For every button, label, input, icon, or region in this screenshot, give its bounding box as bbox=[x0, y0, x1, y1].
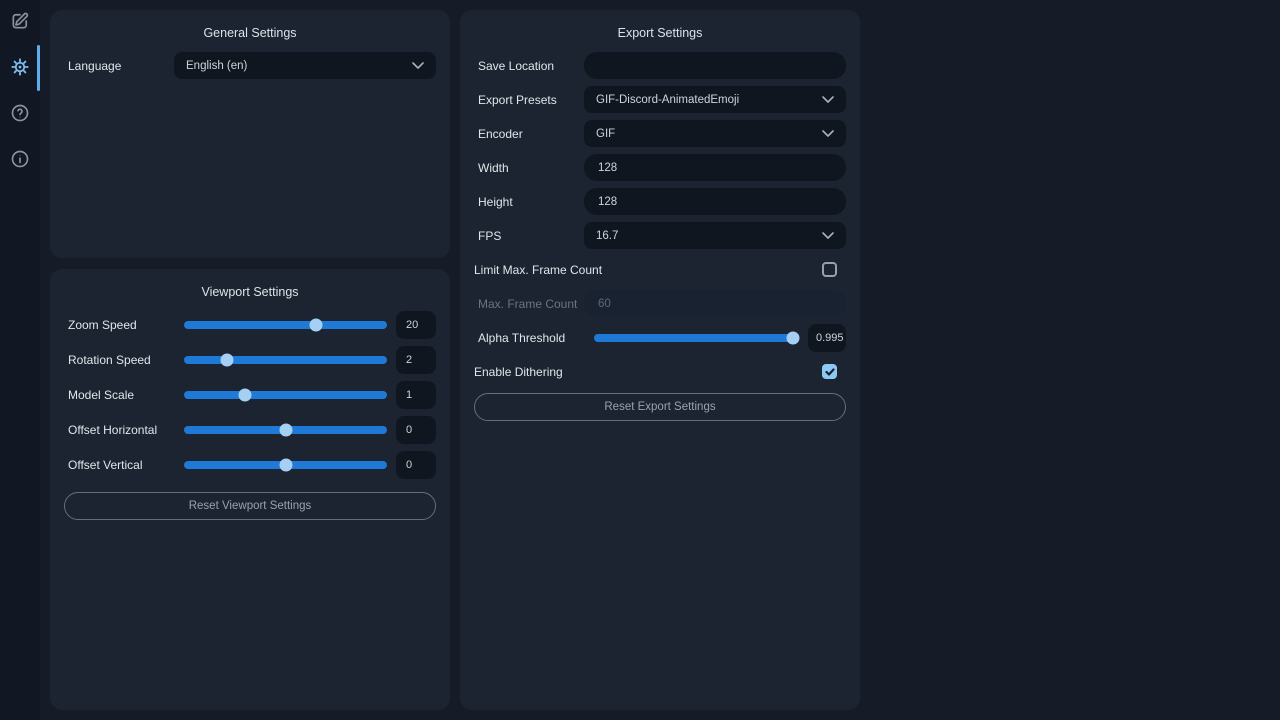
export-presets-label: Export Presets bbox=[474, 93, 584, 107]
height-label: Height bbox=[474, 195, 584, 209]
fps-value: 16.7 bbox=[596, 230, 618, 242]
alpha-threshold-label: Alpha Threshold bbox=[474, 331, 594, 345]
slider-thumb[interactable] bbox=[279, 459, 292, 472]
height-row: Height bbox=[474, 188, 846, 215]
enable-dithering-row: Enable Dithering bbox=[474, 358, 846, 385]
sidebar-item-help[interactable] bbox=[10, 103, 30, 123]
chevron-down-icon bbox=[412, 62, 424, 69]
active-nav-indicator bbox=[37, 45, 40, 91]
model-scale-value: 1 bbox=[396, 381, 436, 409]
encoder-label: Encoder bbox=[474, 127, 584, 141]
model-scale-slider[interactable] bbox=[184, 381, 387, 409]
max-frame-count-row: Max. Frame Count bbox=[474, 290, 846, 317]
slider-thumb[interactable] bbox=[220, 354, 233, 367]
offset-horizontal-label: Offset Horizontal bbox=[64, 423, 184, 437]
model-scale-row: Model Scale 1 bbox=[64, 381, 436, 409]
save-location-row: Save Location bbox=[474, 52, 846, 79]
offset-vertical-label: Offset Vertical bbox=[64, 458, 184, 472]
sidebar-item-about[interactable] bbox=[10, 149, 30, 169]
pencil-square-icon bbox=[10, 11, 30, 31]
slider-track bbox=[184, 356, 387, 364]
enable-dithering-label: Enable Dithering bbox=[474, 365, 563, 379]
reset-export-settings-button[interactable]: Reset Export Settings bbox=[474, 393, 846, 421]
rotation-speed-row: Rotation Speed 2 bbox=[64, 346, 436, 374]
fps-select[interactable]: 16.7 bbox=[584, 222, 846, 249]
language-label: Language bbox=[64, 59, 174, 73]
slider-track bbox=[184, 391, 387, 399]
info-circle-icon bbox=[10, 149, 30, 169]
offset-vertical-slider[interactable] bbox=[184, 451, 387, 479]
zoom-speed-row: Zoom Speed 20 bbox=[64, 311, 436, 339]
fps-row: FPS 16.7 bbox=[474, 222, 846, 249]
slider-thumb[interactable] bbox=[279, 424, 292, 437]
save-location-label: Save Location bbox=[474, 59, 584, 73]
width-label: Width bbox=[474, 161, 584, 175]
zoom-speed-label: Zoom Speed bbox=[64, 318, 184, 332]
save-location-input[interactable] bbox=[584, 52, 846, 79]
sidebar-item-settings[interactable] bbox=[10, 57, 30, 77]
slider-thumb[interactable] bbox=[238, 389, 251, 402]
language-select-value: English (en) bbox=[186, 60, 247, 72]
chevron-down-icon bbox=[822, 96, 834, 103]
check-icon bbox=[825, 367, 835, 377]
encoder-select[interactable]: GIF bbox=[584, 120, 846, 147]
chevron-down-icon bbox=[822, 232, 834, 239]
rotation-speed-slider[interactable] bbox=[184, 346, 387, 374]
reset-viewport-settings-button[interactable]: Reset Viewport Settings bbox=[64, 492, 436, 520]
panel-title: General Settings bbox=[64, 27, 436, 40]
slider-track bbox=[184, 321, 387, 329]
general-settings-panel: General Settings Language English (en) bbox=[50, 10, 450, 258]
sidebar-item-edit[interactable] bbox=[10, 11, 30, 31]
panel-title: Export Settings bbox=[474, 27, 846, 40]
limit-max-frame-count-row: Limit Max. Frame Count bbox=[474, 256, 846, 283]
export-settings-panel: Export Settings Save Location Export Pre… bbox=[460, 10, 860, 710]
alpha-threshold-row: Alpha Threshold 0.995 bbox=[474, 324, 846, 351]
width-input[interactable] bbox=[584, 154, 846, 181]
offset-horizontal-row: Offset Horizontal 0 bbox=[64, 416, 436, 444]
slider-thumb[interactable] bbox=[786, 331, 799, 344]
zoom-speed-value: 20 bbox=[396, 311, 436, 339]
slider-track bbox=[594, 334, 799, 342]
encoder-value: GIF bbox=[596, 128, 615, 140]
limit-max-frame-count-checkbox[interactable] bbox=[822, 262, 837, 277]
question-circle-icon bbox=[10, 103, 30, 123]
height-input[interactable] bbox=[584, 188, 846, 215]
language-select[interactable]: English (en) bbox=[174, 52, 436, 79]
panel-title: Viewport Settings bbox=[64, 286, 436, 299]
offset-vertical-row: Offset Vertical 0 bbox=[64, 451, 436, 479]
offset-horizontal-value: 0 bbox=[396, 416, 436, 444]
alpha-threshold-slider[interactable] bbox=[594, 324, 799, 351]
sidebar bbox=[0, 0, 40, 720]
export-presets-select[interactable]: GIF-Discord-AnimatedEmoji bbox=[584, 86, 846, 113]
encoder-row: Encoder GIF bbox=[474, 120, 846, 147]
rotation-speed-label: Rotation Speed bbox=[64, 353, 184, 367]
export-presets-row: Export Presets GIF-Discord-AnimatedEmoji bbox=[474, 86, 846, 113]
limit-max-frame-count-label: Limit Max. Frame Count bbox=[474, 263, 602, 277]
max-frame-count-label: Max. Frame Count bbox=[474, 297, 584, 311]
gear-icon bbox=[10, 57, 30, 77]
viewport-settings-panel: Viewport Settings Zoom Speed 20 Rotation… bbox=[50, 269, 450, 710]
chevron-down-icon bbox=[822, 130, 834, 137]
enable-dithering-checkbox[interactable] bbox=[822, 364, 837, 379]
offset-vertical-value: 0 bbox=[396, 451, 436, 479]
offset-horizontal-slider[interactable] bbox=[184, 416, 387, 444]
alpha-threshold-value: 0.995 bbox=[808, 324, 846, 352]
width-row: Width bbox=[474, 154, 846, 181]
fps-label: FPS bbox=[474, 229, 584, 243]
language-row: Language English (en) bbox=[64, 52, 436, 79]
zoom-speed-slider[interactable] bbox=[184, 311, 387, 339]
rotation-speed-value: 2 bbox=[396, 346, 436, 374]
slider-thumb[interactable] bbox=[309, 319, 322, 332]
export-presets-value: GIF-Discord-AnimatedEmoji bbox=[596, 94, 739, 106]
model-scale-label: Model Scale bbox=[64, 388, 184, 402]
max-frame-count-input bbox=[584, 290, 846, 317]
